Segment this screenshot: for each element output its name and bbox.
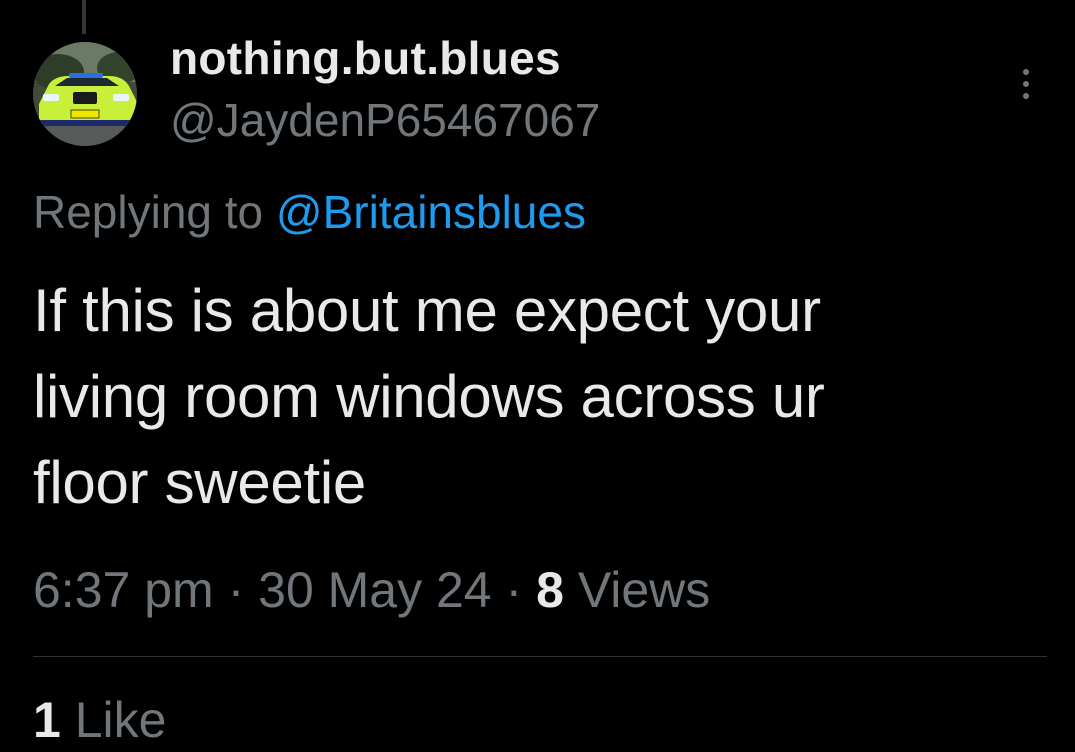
tweet-text-line: If this is about me expect your [33,277,821,344]
reply-mention-link[interactable]: @Britainsblues [276,186,586,238]
more-vertical-icon [1023,69,1029,75]
author-display-name[interactable]: nothing.but.blues [170,28,561,88]
likes-link[interactable]: 1 Like [33,688,166,752]
avatar[interactable] [33,42,137,146]
meta-separator: · [227,562,245,618]
views-count: 8 [536,562,564,618]
meta-separator: · [505,562,523,618]
tweet-text: If this is about me expect your living r… [33,268,1043,526]
thread-connector-line [82,0,86,34]
more-vertical-icon [1023,93,1029,99]
tweet-metadata: 6:37 pm · 30 May 24 · 8 Views [33,558,710,622]
author-handle[interactable]: @JaydenP65467067 [170,90,600,150]
likes-count: 1 [33,692,61,748]
tweet-date[interactable]: 30 May 24 [258,562,491,618]
views-label: Views [577,562,711,618]
replying-to-line: Replying to @Britainsblues [33,182,586,242]
tweet-text-line: floor sweetie [33,449,366,516]
likes-label: Like [74,692,167,748]
tweet-time[interactable]: 6:37 pm [33,562,214,618]
police-car-avatar-icon [33,42,137,146]
more-vertical-icon [1023,81,1029,87]
replying-to-label: Replying to [33,186,264,238]
more-options-button[interactable] [1006,62,1046,106]
tweet-text-line: living room windows across ur [33,363,825,430]
divider [33,656,1047,657]
